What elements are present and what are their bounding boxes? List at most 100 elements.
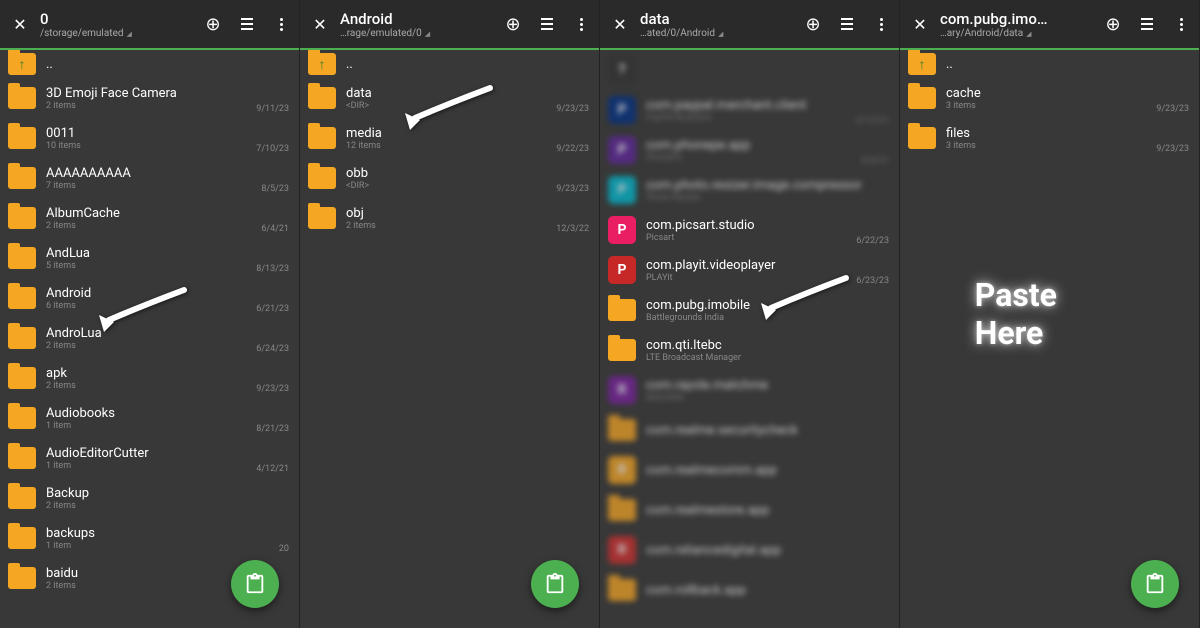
row-date: 6/21/23 [256,304,289,314]
row-name: com.qti.ltebc [646,338,891,353]
title-block[interactable]: data…ated/0/Android [640,10,803,39]
app-icon: R [608,536,636,564]
list-item[interactable]: Pcom.photo.resizer.image.compressorPhoto… [600,170,899,210]
more-icon[interactable] [871,14,891,34]
row-name: AndLua [46,246,291,261]
row-name: com.rayole.matchme [646,378,891,393]
row-text: AudioEditorCutter1 item [46,446,291,471]
list-item[interactable]: com.rollback.app [600,570,899,610]
list-item[interactable]: com.pubg.imobileBattlegrounds India [600,290,899,330]
row-date: 9/23/23 [1156,104,1189,114]
paste-fab[interactable] [1131,560,1179,608]
path-subtitle: …ary/Android/data [940,28,1103,39]
list-item[interactable]: Android6 items6/21/23 [0,278,299,318]
list-item[interactable]: backups1 item20 [0,518,299,558]
list-item[interactable]: AndLua5 items8/13/23 [0,238,299,278]
close-icon[interactable]: ✕ [8,12,32,36]
row-text: com.pubg.imobileBattlegrounds India [646,298,891,323]
list-item[interactable]: Backup2 items [0,478,299,518]
row-text: com.phonepe.appPhonePe [646,138,891,163]
list-item[interactable]: media12 items9/22/23 [300,118,599,158]
list-item[interactable]: AAAAAAAAAA7 items8/5/23 [0,158,299,198]
list-item[interactable]: .. [300,50,599,78]
list-item[interactable]: com.realmestore.app [600,490,899,530]
add-icon[interactable]: ⊕ [203,14,223,34]
list-item[interactable]: cache3 items9/23/23 [900,78,1199,118]
title-block[interactable]: com.pubg.imo……ary/Android/data [940,10,1103,39]
paste-fab[interactable] [231,560,279,608]
list-item[interactable]: .. [900,50,1199,78]
folder-icon [308,207,336,229]
row-text: AAAAAAAAAA7 items [46,166,291,191]
row-text: 001110 items [46,126,291,151]
app-icon: P [608,136,636,164]
list-item[interactable]: .. [0,50,299,78]
add-icon[interactable]: ⊕ [803,14,823,34]
row-meta: 5 items [46,261,291,271]
more-icon[interactable] [1171,14,1191,34]
list-item[interactable]: Pcom.phonepe.appPhonePe6/4/21 [600,130,899,170]
list-item[interactable]: Rcom.reliancedigital.app [600,530,899,570]
header: ✕ data…ated/0/Android⊕ [600,0,899,50]
list-item[interactable]: Rcom.rayole.matchmeMatchMe [600,370,899,410]
list-item[interactable]: obb<DIR>9/23/23 [300,158,599,198]
paste-fab[interactable] [531,560,579,608]
list-item[interactable]: ? [600,50,899,90]
list-item[interactable]: com.realme.securitycheck [600,410,899,450]
add-icon[interactable]: ⊕ [503,14,523,34]
close-icon[interactable]: ✕ [308,12,332,36]
title-block[interactable]: 0/storage/emulated [40,10,203,39]
close-icon[interactable]: ✕ [608,12,632,36]
app-icon: R [608,456,636,484]
list-view-icon[interactable] [1137,14,1157,34]
row-date: 6/24/23 [256,344,289,354]
row-name: Audiobooks [46,406,291,421]
list-item[interactable]: apk2 items9/23/23 [0,358,299,398]
header: ✕ 0/storage/emulated⊕ [0,0,299,50]
more-icon[interactable] [571,14,591,34]
list-item[interactable]: Rcom.realmecomm.app [600,450,899,490]
row-meta: 2 items [46,381,291,391]
list-item[interactable]: AlbumCache2 items6/4/21 [0,198,299,238]
list-item[interactable]: Audiobooks1 item8/21/23 [0,398,299,438]
row-name: com.pubg.imobile [646,298,891,313]
list-view-icon[interactable] [237,14,257,34]
list-item[interactable]: 3D Emoji Face Camera2 items9/11/23 [0,78,299,118]
row-text: obj2 items [346,206,591,231]
folder-icon [608,499,636,521]
list-item[interactable]: AudioEditorCutter1 item4/12/21 [0,438,299,478]
row-meta: Photo Resizer [646,193,891,203]
list-item[interactable]: AndroLua2 items6/24/23 [0,318,299,358]
list-item[interactable]: com.qti.ltebcLTE Broadcast Manager [600,330,899,370]
list-item[interactable]: files3 items9/23/23 [900,118,1199,158]
list-item[interactable]: data<DIR>9/23/23 [300,78,599,118]
row-text: Android6 items [46,286,291,311]
list-view-icon[interactable] [837,14,857,34]
row-meta: 10 items [46,141,291,151]
row-name: files [946,126,1191,141]
row-text: com.qti.ltebcLTE Broadcast Manager [646,338,891,363]
row-text: .. [46,57,291,72]
list-item[interactable]: obj2 items12/3/22 [300,198,599,238]
row-name: AlbumCache [46,206,291,221]
list-item[interactable]: Pcom.picsart.studioPicsart6/22/23 [600,210,899,250]
title-block[interactable]: Android…rage/emulated/0 [340,10,503,39]
row-text: media12 items [346,126,591,151]
row-meta: 2 items [46,101,291,111]
close-icon[interactable]: ✕ [908,12,932,36]
row-date: 8/5/23 [261,184,289,194]
row-name: com.realmestore.app [646,503,891,518]
row-text: com.reliancedigital.app [646,543,891,558]
row-date: 8/21/23 [256,424,289,434]
row-text: com.rayole.matchmeMatchMe [646,378,891,403]
add-icon[interactable]: ⊕ [1103,14,1123,34]
list-view-icon[interactable] [537,14,557,34]
path-title: data [640,10,803,28]
row-name: Backup [46,486,291,501]
list-item[interactable]: Pcom.playit.videoplayerPLAYit6/23/23 [600,250,899,290]
more-icon[interactable] [271,14,291,34]
list-item[interactable]: 001110 items7/10/23 [0,118,299,158]
list-item[interactable]: Pcom.paypal.merchant.clientPayPal Busine… [600,90,899,130]
row-name: com.picsart.studio [646,218,891,233]
app-icon: P [608,256,636,284]
